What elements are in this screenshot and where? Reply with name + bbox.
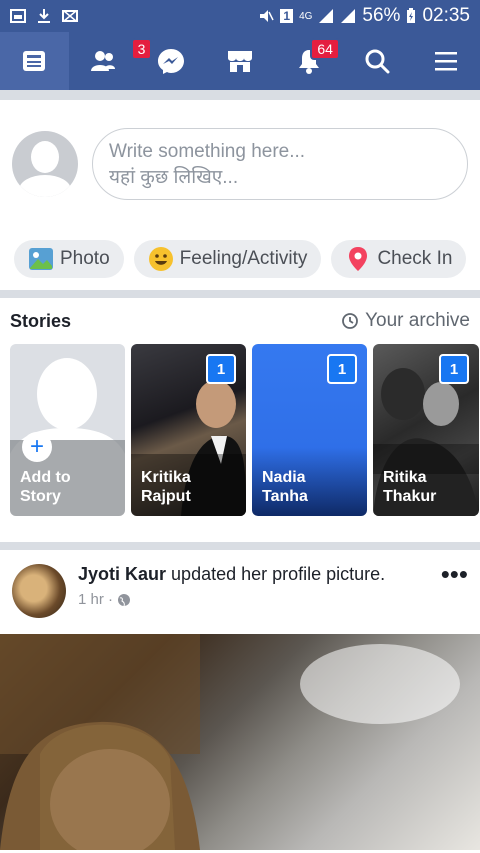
add-story-card[interactable]: + Add to Story: [10, 344, 125, 516]
story-card-nadia[interactable]: 1 Nadia Tanha: [252, 344, 367, 516]
network-type: 4G: [299, 10, 313, 22]
globe-icon: [118, 593, 131, 606]
check-in-button[interactable]: Check In: [331, 240, 467, 278]
marketplace-icon: [228, 51, 253, 72]
post-action-text: updated her profile picture.: [171, 564, 386, 584]
menu-icon: [434, 52, 457, 71]
composer: Write something here... यहां कुछ लिखिए..…: [0, 100, 480, 228]
post-author-name[interactable]: Jyoti Kaur: [78, 564, 166, 584]
feeling-activity-button[interactable]: Feeling/Activity: [133, 240, 322, 278]
status-bar: 1 4G 56% 02:35: [0, 0, 480, 32]
nav-menu[interactable]: [411, 32, 480, 90]
placeholder-english: Write something here...: [109, 141, 306, 162]
photo-icon: [29, 248, 53, 270]
plus-icon: +: [22, 432, 52, 462]
post-headline: Jyoti Kaur updated her profile picture.: [78, 564, 385, 585]
photo-label: Photo: [60, 248, 110, 269]
placeholder-hindi: यहां कुछ लिखिए...: [109, 167, 239, 188]
stories-title: Stories: [10, 310, 72, 331]
story-count-badge: 1: [206, 354, 236, 384]
smiley-icon: [148, 247, 173, 271]
nav-messenger[interactable]: [137, 32, 206, 90]
story-card-kritika[interactable]: 1 Kritika Rajput: [131, 344, 246, 516]
friends-icon: [90, 51, 115, 71]
gallery-notification-icon: [10, 9, 26, 23]
divider: [0, 90, 480, 100]
story-card-ritika[interactable]: 1 Ritika Thakur: [373, 344, 479, 516]
post-author-avatar[interactable]: [12, 564, 66, 618]
feeling-label: Feeling/Activity: [179, 248, 308, 269]
search-icon: [365, 49, 390, 74]
post-options-icon[interactable]: •••: [441, 561, 468, 587]
stories-section: Stories Your archive + Add to Story 1 Kr…: [0, 298, 480, 542]
story-label: Ritika Thakur: [383, 469, 437, 505]
nav-search[interactable]: [343, 32, 412, 90]
battery-percent: 56%: [362, 5, 401, 26]
post-meta: Jyoti Kaur updated her profile picture. …: [78, 564, 385, 608]
nav-notifications[interactable]: 64: [274, 32, 343, 90]
post-time-text: 1 hr ·: [78, 591, 114, 608]
stories-row: + Add to Story 1 Kritika Rajput 1 Nadia: [10, 344, 480, 516]
photo-button[interactable]: Photo: [14, 240, 124, 278]
story-label: Add to Story: [20, 469, 71, 505]
location-pin-icon: [349, 247, 368, 271]
signal-icon-2: [341, 9, 356, 23]
stories-header: Stories Your archive: [10, 298, 480, 344]
story-label: Nadia Tanha: [262, 469, 308, 505]
nav-friends[interactable]: 3: [69, 32, 153, 90]
battery-charging-icon: [407, 8, 416, 23]
your-archive-link[interactable]: Your archive: [341, 310, 470, 332]
archive-label: Your archive: [365, 310, 470, 331]
signal-icon: [319, 9, 334, 23]
composer-actions: Photo Feeling/Activity Check In: [0, 228, 480, 290]
status-input[interactable]: Write something here... यहां कुछ लिखिए..…: [92, 128, 468, 200]
divider: [0, 290, 480, 298]
user-avatar[interactable]: [12, 131, 78, 197]
news-feed-icon: [23, 51, 46, 71]
post-photo[interactable]: [0, 634, 480, 850]
check-in-label: Check In: [377, 248, 453, 269]
profile-picture-image: [0, 634, 460, 850]
post-timestamp: 1 hr ·: [78, 591, 385, 608]
nav-news-feed[interactable]: [0, 32, 69, 90]
mute-icon: [260, 10, 275, 22]
notifications-badge: 64: [310, 38, 340, 60]
top-nav: 3 64: [0, 32, 480, 90]
story-count-badge: 1: [439, 354, 469, 384]
clock-icon: [342, 313, 358, 329]
divider: [0, 542, 480, 550]
nav-marketplace[interactable]: [206, 32, 275, 90]
muted-mail-icon: [62, 10, 78, 22]
messenger-icon: [158, 49, 185, 74]
clock: 02:35: [422, 5, 470, 26]
sim-indicator: 1: [280, 9, 294, 23]
post-header: Jyoti Kaur updated her profile picture. …: [0, 550, 480, 634]
story-count-badge: 1: [327, 354, 357, 384]
download-icon: [38, 9, 50, 23]
story-label: Kritika Rajput: [141, 469, 191, 505]
